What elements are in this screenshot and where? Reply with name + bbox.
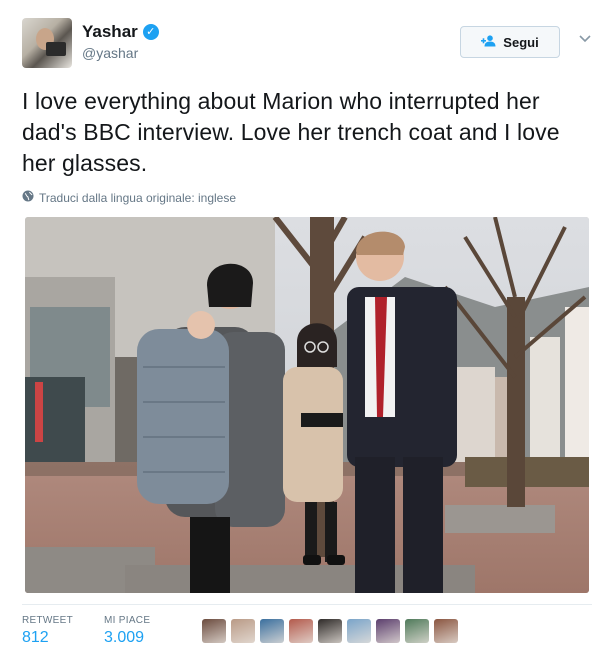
name-row: Yashar ✓ <box>82 22 159 42</box>
tweet-photo[interactable] <box>25 217 589 593</box>
user-name[interactable]: Yashar <box>82 22 138 42</box>
likes-label: MI PIACE <box>104 615 151 626</box>
tweet-text: I love everything about Marion who inter… <box>22 88 560 176</box>
follow-label: Segui <box>503 34 539 50</box>
liker-avatar[interactable] <box>231 619 255 643</box>
follow-button[interactable]: Segui <box>460 26 560 58</box>
tweet-stats: RETWEET 812 MI PIACE 3.009 <box>22 604 592 652</box>
retweet-count: 812 <box>22 629 49 646</box>
liker-avatar[interactable] <box>318 619 342 643</box>
user-handle[interactable]: @yashar <box>82 45 159 61</box>
avatar[interactable] <box>22 18 72 68</box>
tweet-card: Yashar ✓ @yashar Segui I love everything… <box>0 0 612 660</box>
translate-label: Traduci dalla lingua originale: inglese <box>39 190 237 205</box>
liker-avatar[interactable] <box>202 619 226 643</box>
liker-avatar[interactable] <box>405 619 429 643</box>
liker-avatar[interactable] <box>434 619 458 643</box>
user-info: Yashar ✓ @yashar <box>82 22 159 61</box>
liker-avatar[interactable] <box>347 619 371 643</box>
add-user-icon <box>481 34 497 50</box>
chevron-down-icon[interactable] <box>578 32 592 46</box>
likes-count: 3.009 <box>104 629 145 646</box>
liker-avatar[interactable] <box>289 619 313 643</box>
likes-stat[interactable]: MI PIACE 3.009 <box>104 615 150 647</box>
retweet-label: RETWEET <box>22 615 73 626</box>
globe-icon <box>22 190 34 205</box>
retweet-stat[interactable]: RETWEET 812 <box>22 615 73 647</box>
liker-avatar[interactable] <box>260 619 284 643</box>
liker-avatars <box>202 619 458 643</box>
translate-link[interactable]: Traduci dalla lingua originale: inglese <box>22 190 236 205</box>
verified-badge-icon: ✓ <box>142 24 159 40</box>
tweet-header: Yashar ✓ @yashar Segui <box>22 18 597 70</box>
avatar-camera <box>46 42 66 56</box>
liker-avatar[interactable] <box>376 619 400 643</box>
